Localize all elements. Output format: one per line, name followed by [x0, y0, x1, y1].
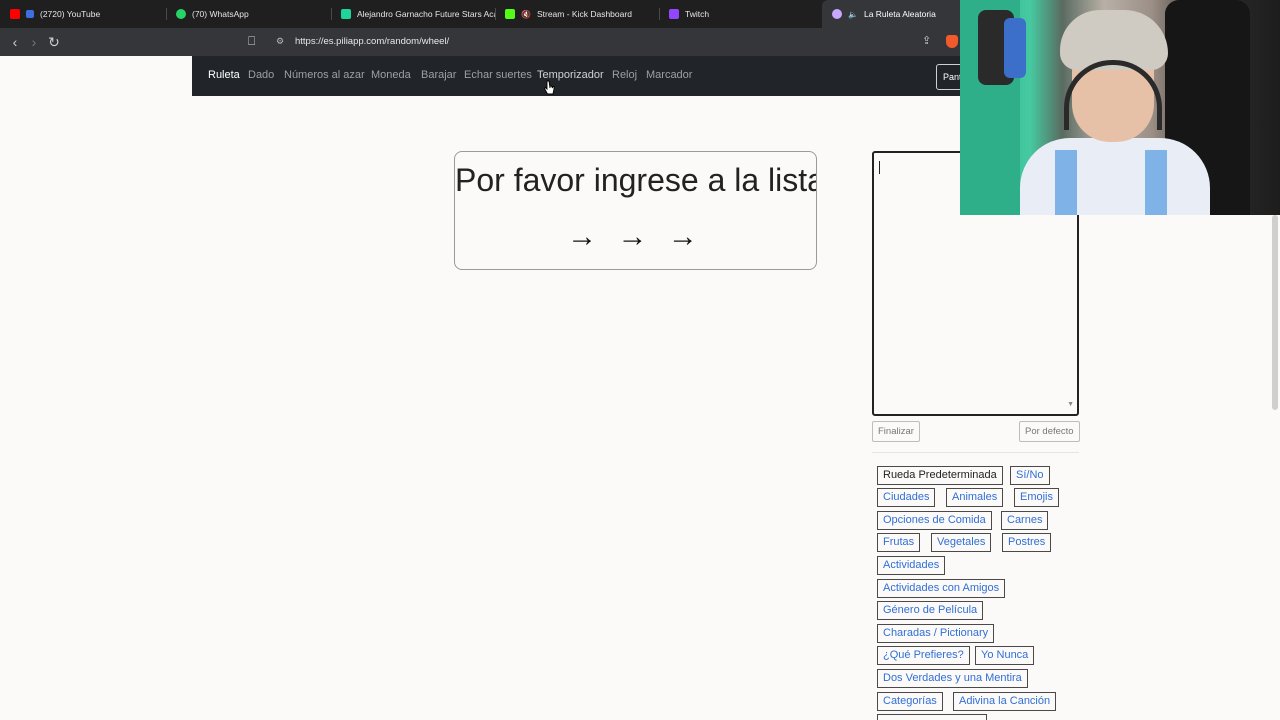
- tab-kick[interactable]: 🔇 Stream - Kick Dashboard: [495, 0, 659, 28]
- preset-ciudades[interactable]: Ciudades: [877, 488, 936, 507]
- muted-speaker-icon[interactable]: 🔇: [521, 10, 531, 19]
- preset-carnes[interactable]: Carnes: [1001, 511, 1049, 530]
- tab-title: (2720) YouTube: [40, 9, 101, 19]
- resize-grip-icon[interactable]: ▼: [1067, 401, 1074, 408]
- address-bar[interactable]: ⎕ ⚙ https://es.piliapp.com/random/wheel/…: [244, 31, 964, 53]
- bookmark-icon[interactable]: ⎕: [248, 34, 260, 50]
- reload-icon[interactable]: ↻: [45, 33, 63, 51]
- webcam-shirt-stripe: [1055, 150, 1077, 215]
- forward-arrow-icon[interactable]: ›: [25, 33, 43, 51]
- youtube-icon: [10, 9, 20, 19]
- preset-opciones-de-comida[interactable]: Opciones de Comida: [877, 511, 992, 530]
- webcam-shirt-stripe: [1145, 150, 1167, 215]
- finish-button[interactable]: Finalizar: [872, 421, 920, 442]
- preset-vegetales[interactable]: Vegetales: [931, 533, 992, 552]
- brave-shields-icon[interactable]: [946, 35, 958, 48]
- preset-actividades-con-amigos[interactable]: Actividades con Amigos: [877, 579, 1006, 598]
- preset-animales[interactable]: Animales: [946, 488, 1004, 507]
- nav-marcador[interactable]: Marcador: [646, 69, 692, 81]
- tab-ruleta-active[interactable]: 🔈 La Ruleta Aleatoria: [822, 0, 972, 28]
- share-icon[interactable]: ⇪: [922, 34, 931, 47]
- preset-emojis[interactable]: Emojis: [1014, 488, 1060, 507]
- nav-reloj[interactable]: Reloj: [612, 69, 637, 81]
- tab-title: (70) WhatsApp: [192, 9, 249, 19]
- preset-categorias[interactable]: Categorías: [877, 692, 943, 711]
- preset-si-no[interactable]: Sí/No: [1010, 466, 1050, 485]
- divider: [872, 452, 1079, 453]
- default-button[interactable]: Por defecto: [1019, 421, 1080, 442]
- wheel-placeholder-card: Por favor ingrese a la lista → → →: [454, 151, 817, 270]
- tab-title: Stream - Kick Dashboard: [536, 9, 632, 19]
- speaker-icon[interactable]: 🔈: [848, 10, 858, 19]
- url-text[interactable]: https://es.piliapp.com/random/wheel/: [295, 36, 449, 47]
- preset-frutas[interactable]: Frutas: [877, 533, 921, 552]
- tab-youtube[interactable]: (2720) YouTube: [0, 0, 165, 28]
- nav-dado[interactable]: Dado: [248, 69, 274, 81]
- tab-futbin[interactable]: Alejandro Garnacho Future Stars Aca: [331, 0, 495, 28]
- site-settings-icon[interactable]: ⚙: [276, 36, 288, 48]
- webcam-bag: [1004, 18, 1026, 78]
- preset-genero-de-pelicula[interactable]: Género de Película: [877, 601, 984, 620]
- preset-actividades[interactable]: Actividades: [877, 556, 946, 575]
- preset-rueda-predeterminada[interactable]: Rueda Predeterminada: [877, 466, 1003, 485]
- tab-title: Twitch: [685, 9, 710, 19]
- page-scrollbar[interactable]: [1272, 215, 1278, 410]
- nav-moneda[interactable]: Moneda: [371, 69, 411, 81]
- futbin-icon: [341, 9, 351, 19]
- piliapp-icon: [832, 9, 842, 19]
- preset-adivina-la-cancion[interactable]: Adivina la Canción: [953, 692, 1057, 711]
- enter-list-message: Por favor ingrese a la lista: [455, 162, 817, 198]
- webcam-overlay: [960, 0, 1280, 215]
- preset-dos-verdades-y-una-mentira[interactable]: Dos Verdades y una Mentira: [877, 669, 1028, 688]
- tab-twitch[interactable]: Twitch: [659, 0, 823, 28]
- nav-numeros-al-azar[interactable]: Números al azar: [284, 69, 365, 81]
- tab-title: La Ruleta Aleatoria: [863, 9, 936, 19]
- nav-echar-suertes[interactable]: Echar suertes: [464, 69, 532, 81]
- mouse-pointer-hand-icon: [543, 80, 555, 95]
- tab-title: Alejandro Garnacho Future Stars Aca: [357, 9, 495, 19]
- text-caret: [879, 161, 880, 174]
- whatsapp-icon: [176, 9, 186, 19]
- kick-icon: [505, 9, 515, 19]
- tab-group-icon: [26, 10, 34, 18]
- back-arrow-icon[interactable]: ‹: [6, 33, 24, 51]
- preset-que-prefieres[interactable]: ¿Qué Prefieres?: [877, 646, 970, 665]
- nav-barajar[interactable]: Barajar: [421, 69, 456, 81]
- twitch-icon: [669, 9, 679, 19]
- preset-postres[interactable]: Postres: [1002, 533, 1052, 552]
- preset-yo-nunca[interactable]: Yo Nunca: [975, 646, 1035, 665]
- webcam-shirt: [1020, 138, 1210, 215]
- nav-ruleta[interactable]: Ruleta: [208, 69, 240, 81]
- preset-cut-off[interactable]: [877, 714, 987, 720]
- preset-charadas-pictionary[interactable]: Charadas / Pictionary: [877, 624, 995, 643]
- right-arrows-icon: → → →: [567, 220, 704, 253]
- tab-whatsapp[interactable]: (70) WhatsApp: [166, 0, 331, 28]
